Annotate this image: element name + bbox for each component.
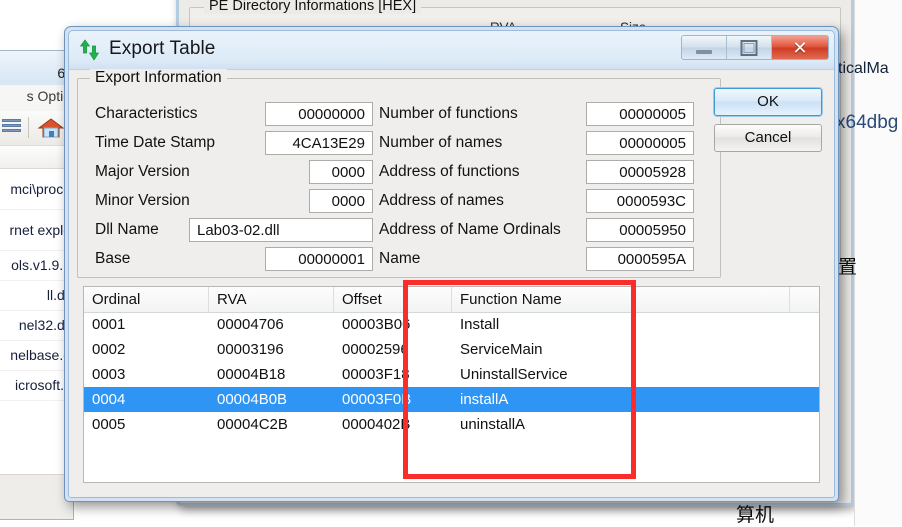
input-base[interactable]: 00000001 [265, 247, 373, 271]
table-header-row[interactable]: Ordinal RVA Offset Function Name [84, 287, 819, 313]
list-item[interactable]: ols.v1.9.1 [0, 251, 73, 281]
table-row[interactable]: 0001 00004706 00003B06 Install [84, 312, 819, 337]
background-cjk-top: 置 [838, 257, 858, 278]
input-dll-name[interactable]: Lab03-02.dll [189, 218, 373, 242]
toolbar-separator [28, 117, 29, 138]
cell-function-name: UninstallService [460, 366, 568, 383]
input-characteristics[interactable]: 00000000 [265, 102, 373, 126]
list-item[interactable]: nel32.dll [0, 311, 73, 341]
list-item[interactable]: ll.dll [0, 281, 73, 311]
cell-ordinal: 0002 [92, 341, 126, 358]
background-pe-directory-label: PE Directory Informations [HEX] [204, 0, 422, 14]
label-number-of-names: Number of names [379, 134, 503, 151]
cell-offset: 0000402B [342, 416, 411, 433]
cell-ordinal: 0003 [92, 366, 126, 383]
background-left-list-header [0, 146, 73, 169]
input-address-of-names[interactable]: 0000593C [586, 189, 694, 213]
cell-ordinal: 0004 [92, 391, 126, 408]
label-address-of-names: Address of names [379, 192, 504, 209]
export-table-dialog[interactable]: Export Table ✕ Export Information Charac… [64, 26, 839, 502]
column-header-rva[interactable]: RVA [209, 287, 334, 312]
dialog-title: Export Table [109, 38, 216, 59]
close-button[interactable]: ✕ [772, 36, 828, 59]
cell-rva: 00004B18 [217, 366, 286, 383]
cell-function-name: ServiceMain [460, 341, 543, 358]
list-icon[interactable] [2, 119, 21, 136]
label-number-of-functions: Number of functions [379, 105, 518, 122]
input-address-of-name-ordinals[interactable]: 00005950 [586, 218, 694, 242]
cell-offset: 00002596 [342, 341, 409, 358]
cell-offset: 00003F0B [342, 391, 412, 408]
close-icon: ✕ [792, 37, 808, 58]
label-name: Name [379, 250, 421, 267]
cell-rva: 00004B0B [217, 391, 288, 408]
background-left-toolbar[interactable] [0, 111, 73, 146]
background-cjk-bottom: 算机 [736, 505, 775, 526]
list-item[interactable]: icrosoft.v [0, 371, 73, 401]
background-right-panel [854, 0, 902, 526]
list-item[interactable]: mci\proce [0, 169, 73, 210]
export-arrows-icon [79, 39, 103, 61]
export-functions-table[interactable]: Ordinal RVA Offset Function Name 0001 00… [83, 286, 820, 483]
cell-function-name: uninstallA [460, 416, 526, 433]
column-header-filler [790, 287, 819, 312]
label-address-of-functions: Address of functions [379, 163, 520, 180]
dialog-titlebar[interactable]: Export Table ✕ [69, 31, 834, 69]
cell-rva: 00004706 [217, 316, 284, 333]
list-item[interactable]: nelbase.d [0, 341, 73, 371]
export-information-label: Export Information [90, 69, 227, 87]
maximize-button[interactable] [727, 36, 772, 59]
background-left-window[interactable]: 6] s Optio mci\proce rnet explo ols.v1.9… [0, 50, 74, 520]
table-body: 0001 00004706 00003B06 Install 0002 0000… [84, 312, 819, 482]
dialog-body: Export Information Characteristics Time … [69, 69, 834, 497]
cell-offset: 00003F18 [342, 366, 410, 383]
cell-ordinal: 0001 [92, 316, 126, 333]
background-tab-label: ticalMa [838, 60, 889, 77]
table-row[interactable]: 0002 00003196 00002596 ServiceMain [84, 337, 819, 362]
cancel-button[interactable]: Cancel [714, 124, 822, 152]
label-address-of-name-ordinals: Address of Name Ordinals [379, 221, 561, 238]
cell-offset: 00003B06 [342, 316, 411, 333]
input-major-version[interactable]: 0000 [309, 160, 373, 184]
input-number-of-functions[interactable]: 00000005 [586, 102, 694, 126]
background-left-titlebar: 6] [0, 51, 73, 86]
table-row[interactable]: 0005 00004C2B 0000402B uninstallA [84, 412, 819, 437]
cell-function-name: Install [460, 316, 500, 333]
input-name[interactable]: 0000595A [586, 247, 694, 271]
label-major-version: Major Version [95, 163, 190, 180]
label-minor-version: Minor Version [95, 192, 190, 209]
cell-function-name: installA [460, 391, 509, 408]
cell-rva: 00004C2B [217, 416, 288, 433]
label-dll-name: Dll Name [95, 221, 159, 238]
label-time-date-stamp: Time Date Stamp [95, 134, 216, 151]
background-app-label: x64dbg [836, 112, 899, 133]
label-base: Base [95, 250, 131, 267]
house-icon[interactable] [37, 117, 65, 139]
background-left-list[interactable]: mci\proce rnet explo ols.v1.9.1 ll.dll n… [0, 145, 73, 475]
table-row[interactable]: 0003 00004B18 00003F18 UninstallService [84, 362, 819, 387]
column-header-function-name[interactable]: Function Name [452, 287, 790, 312]
dialog-frame: Export Table ✕ Export Information Charac… [68, 30, 835, 498]
background-left-menubar[interactable]: s Optio [0, 85, 73, 112]
list-item[interactable]: rnet explo [0, 210, 73, 251]
input-address-of-functions[interactable]: 00005928 [586, 160, 694, 184]
minimize-button[interactable] [682, 36, 727, 59]
table-row-selected[interactable]: 0004 00004B0B 00003F0B installA [84, 387, 819, 412]
input-minor-version[interactable]: 0000 [309, 189, 373, 213]
window-controls[interactable]: ✕ [681, 35, 829, 60]
background-left-statusbar [0, 474, 73, 519]
cell-ordinal: 0005 [92, 416, 126, 433]
column-header-ordinal[interactable]: Ordinal [84, 287, 209, 312]
cell-rva: 00003196 [217, 341, 284, 358]
input-time-date-stamp[interactable]: 4CA13E29 [265, 131, 373, 155]
column-header-offset[interactable]: Offset [334, 287, 452, 312]
ok-button[interactable]: OK [713, 87, 823, 117]
label-characteristics: Characteristics [95, 105, 198, 122]
input-number-of-names[interactable]: 00000005 [586, 131, 694, 155]
